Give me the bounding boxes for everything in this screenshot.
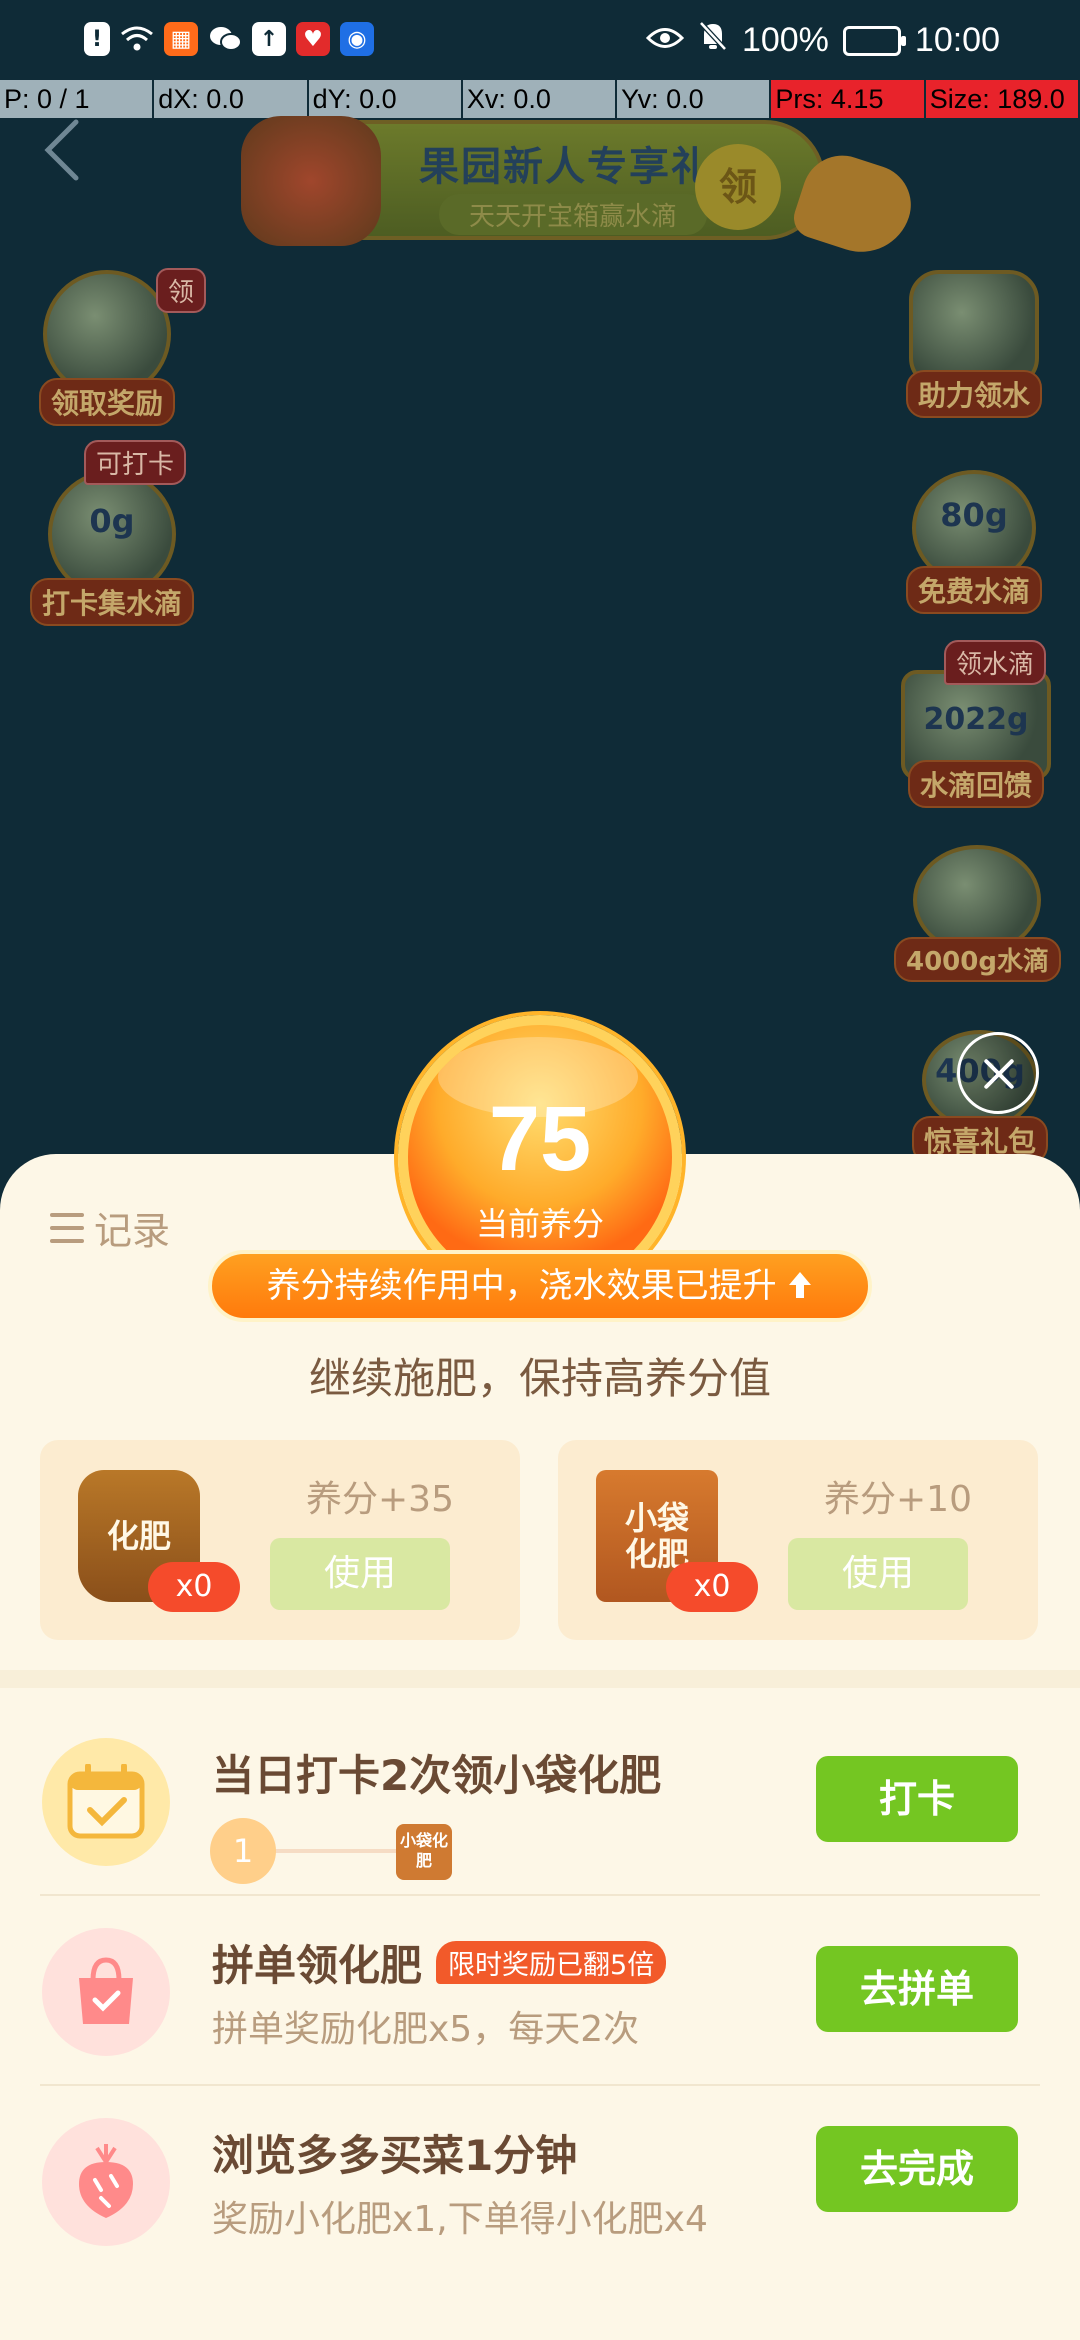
battery-icon [842,25,906,56]
nutrient-score-label: 当前养分 [475,1205,604,1243]
debug-dx: dX: 0.0 [154,80,309,118]
pointer-debug-bar: P: 0 / 1 dX: 0.0 dY: 0.0 Xv: 0.0 Yv: 0.0… [0,80,1080,118]
bulb-icon: ◉ [340,22,374,56]
checkin-button[interactable]: 打卡 [816,1756,1018,1842]
treasure-chest-icon [241,116,381,246]
boost-text: 养分持续作用中，浇水效果已提升 [266,1266,777,1306]
browse-complete-button[interactable]: 去完成 [816,2126,1018,2212]
shopping-bag-icon [42,1928,170,2056]
progress-step: 1 [210,1818,276,1884]
claim-water-badge: 领水滴 [944,640,1047,685]
banner-claim-button[interactable]: 领 [695,144,781,230]
task-browse-desc: 奖励小化肥x1,下单得小化肥x4 [212,2199,708,2240]
section-divider [0,1670,1080,1688]
close-sheet-button[interactable] [957,1032,1039,1114]
debug-pressure: Prs: 4.15 [771,80,926,118]
mute-bell-icon [698,20,728,61]
help-water-item[interactable]: 助力领水 [894,270,1054,418]
debug-dy: dY: 0.0 [309,80,463,118]
promo-badge: 限时奖励已翻5倍 [436,1941,667,1984]
heart-app-icon: ♥ [296,22,330,56]
claim-reward-item[interactable]: 领 领取奖励 [22,268,207,426]
record-button[interactable]: 记录 [50,1200,170,1255]
task-group-buy-title-row: 拼单领化肥 限时奖励已翻5倍 [212,1932,667,1993]
notification-icons: ! ▦ ↑ ♥ ◉ [84,22,374,56]
checkin-available-badge: 可打卡 [84,440,187,485]
fertilize-subtitle: 继续施肥，保持高养分值 [308,1354,771,1403]
up-arrow-icon [787,1266,813,1306]
checkin-water-value: 0g [89,502,135,540]
water-4000g-item[interactable]: 4000g水滴 [894,845,1061,982]
fertilizer-card: 化肥 x0 养分+35 使用 [40,1440,520,1640]
task-checkin: 当日打卡2次领小袋化肥 1 小袋化肥 打卡 [0,1706,1080,1896]
help-water-label: 助力领水 [905,370,1042,418]
debug-pointer: P: 0 / 1 [0,80,155,118]
upload-icon: ↑ [252,22,286,56]
water-4000g-label: 4000g水滴 [894,937,1061,982]
free-water-value: 80g [940,496,1008,534]
calendar-icon [42,1738,170,1866]
eye-icon [645,21,685,60]
strawberry-icon [42,2118,170,2246]
boost-status-banner: 养分持续作用中，浇水效果已提升 [208,1250,872,1322]
system-status: 100% 10:00 [645,20,1000,61]
nutrient-score-value: 75 [488,1088,592,1190]
list-icon [50,1212,84,1243]
water-feedback-value: 2022g [923,702,1029,737]
task-checkin-title: 当日打卡2次领小袋化肥 [212,1751,662,1800]
progress-line [272,1849,412,1853]
fertilizer-count: x0 [148,1562,240,1612]
task-browse-title: 浏览多多买菜1分钟 [212,2131,578,2180]
fertilizer-score: 养分+35 [306,1479,454,1520]
water-feedback-label: 水滴回馈 [907,760,1044,808]
small-fertilizer-score: 养分+10 [824,1479,972,1520]
alert-icon: ! [84,22,110,56]
banner-subtitle: 天天开宝箱赢水滴 [439,194,708,235]
clock: 10:00 [914,21,1000,59]
task-group-buy-title: 拼单领化肥 [212,1941,423,1990]
debug-size: Size: 189.0 [925,80,1080,118]
back-arrow-icon[interactable] [40,118,84,182]
task-group-buy-desc: 拼单奖励化肥x5，每天2次 [212,2009,640,2050]
battery-percent: 100% [741,21,829,59]
banner-title: 果园新人专享礼 [419,144,713,190]
debug-yv: Yv: 0.0 [617,80,772,118]
record-label: 记录 [94,1209,171,1253]
use-fertilizer-button[interactable]: 使用 [270,1538,450,1610]
task-group-buy: 拼单领化肥 限时奖励已翻5倍 拼单奖励化肥x5，每天2次 去拼单 [0,1896,1080,2086]
checkin-progress: 1 小袋化肥 [210,1818,460,1884]
status-bar: ! ▦ ↑ ♥ ◉ 100% 10:00 [0,0,1080,80]
task-browse: 浏览多多买菜1分钟 奖励小化肥x1,下单得小化肥x4 去完成 [0,2086,1080,2276]
debug-xv: Xv: 0.0 [463,80,618,118]
water-feedback-item[interactable]: 2022g 领水滴 水滴回馈 [894,640,1058,808]
newcomer-gift-banner[interactable]: 果园新人专享礼 天天开宝箱赢水滴 领 [241,116,825,246]
claim-reward-label: 领取奖励 [38,378,175,426]
small-fertilizer-sack-text: 小袋化肥 [624,1499,689,1573]
wifi-icon [120,22,154,56]
free-water-item[interactable]: 80g 免费水滴 [894,470,1054,614]
use-small-fertilizer-button[interactable]: 使用 [788,1538,968,1610]
group-buy-button[interactable]: 去拼单 [816,1946,1018,2032]
progress-reward-bag-icon: 小袋化肥 [396,1824,452,1880]
small-fertilizer-card: 小袋化肥 x0 养分+10 使用 [558,1440,1038,1640]
free-water-label: 免费水滴 [905,566,1042,614]
checkin-water-item[interactable]: 0g 可打卡 打卡集水滴 [22,440,202,626]
claim-badge: 领 [156,268,207,313]
app-icon: ▦ [164,22,198,56]
checkin-water-label: 打卡集水滴 [29,578,194,626]
small-fertilizer-count: x0 [666,1562,758,1612]
wechat-icon [208,22,242,56]
